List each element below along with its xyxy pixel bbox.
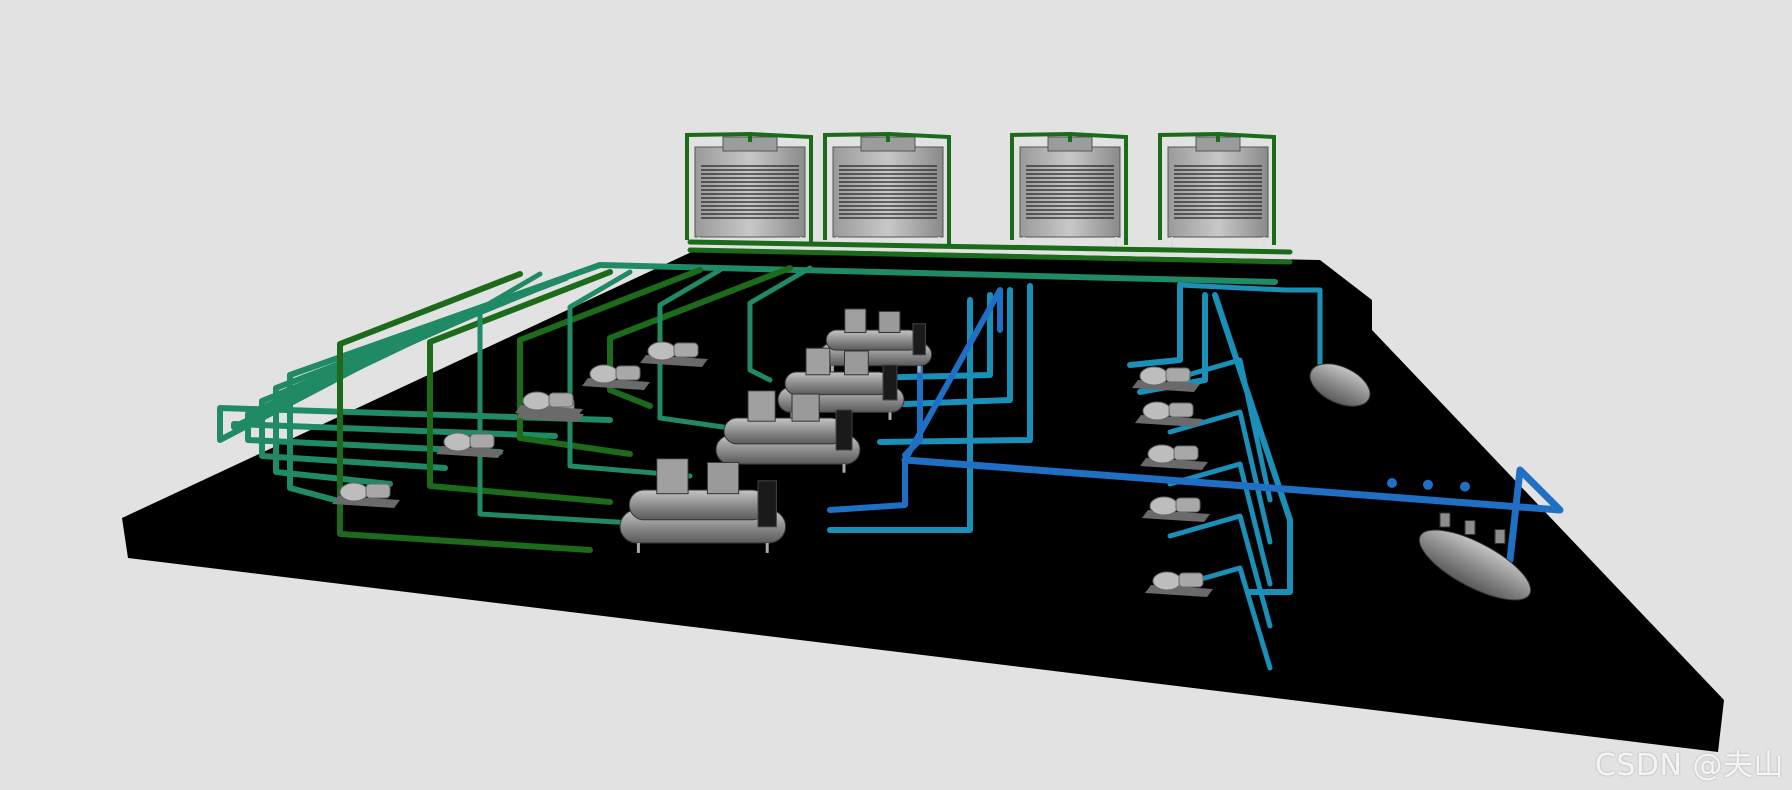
pump-casing — [1178, 572, 1204, 588]
cooling-pump — [640, 341, 708, 367]
chiller-panel — [882, 364, 898, 401]
chiller-panel — [912, 323, 926, 356]
pump-casing — [1175, 497, 1201, 513]
cooling-pump — [436, 432, 504, 458]
pump-motor — [1142, 401, 1172, 421]
header-nozzle — [1439, 512, 1451, 528]
cooling-tower-body — [832, 146, 944, 238]
cooling-tower-body — [1019, 146, 1121, 238]
pump-motor — [1139, 366, 1169, 386]
header-nozzle — [1494, 529, 1506, 544]
cooling-pump — [332, 482, 400, 508]
chiller-compressor — [805, 347, 831, 376]
chiller-compressor — [791, 393, 820, 422]
chiller-shell — [825, 329, 920, 351]
pump-casing — [673, 342, 699, 358]
cooling-tower — [1010, 131, 1128, 247]
pump-motor — [1147, 444, 1177, 464]
valve-marker — [1460, 481, 1470, 492]
chilled-pump — [515, 391, 583, 417]
pump-casing — [1168, 402, 1194, 418]
cooling-tower — [1158, 131, 1276, 247]
valve-marker — [1387, 478, 1397, 488]
chilled-pump — [1145, 571, 1213, 597]
pump-motor — [443, 432, 473, 452]
pump-motor — [1149, 496, 1179, 516]
pump-motor — [339, 482, 369, 502]
chiller-panel — [835, 409, 853, 451]
pump-motor — [522, 391, 552, 411]
hvac-plant-scene — [122, 131, 1724, 752]
chiller-compressor — [844, 308, 867, 333]
pump-casing — [469, 433, 495, 449]
chiller-shell — [784, 371, 891, 396]
chiller-panel — [757, 480, 777, 528]
pump-motor — [589, 364, 619, 384]
chiller-compressor — [844, 350, 869, 376]
pump-casing — [548, 392, 574, 408]
pump-motor — [1152, 571, 1182, 591]
chiller-compressor — [706, 461, 740, 495]
pump-casing — [1173, 445, 1199, 461]
chiller-shell — [628, 489, 768, 521]
chiller-compressor — [656, 458, 689, 495]
cooling-tower — [685, 131, 813, 247]
header-nozzle — [1464, 520, 1476, 535]
cooling-pump — [1132, 366, 1200, 392]
pump-casing — [615, 365, 641, 381]
pump-motor — [647, 341, 677, 361]
cooling-tower-body — [1167, 146, 1269, 238]
cooling-tower — [823, 131, 951, 247]
cooling-towers — [685, 131, 1276, 247]
chiller-compressor — [878, 310, 901, 333]
chiller-shell — [723, 417, 845, 445]
chilled-pump — [1142, 496, 1210, 522]
3d-viewport[interactable]: CSDN @夫山 — [0, 0, 1792, 790]
cooling-pump — [582, 364, 650, 390]
pump-casing — [1165, 367, 1191, 383]
cooling-tower-body — [694, 146, 806, 238]
chilled-pump — [1135, 401, 1203, 427]
chilled-pump — [1140, 444, 1208, 470]
valve-marker — [1423, 479, 1433, 490]
chiller-compressor — [747, 390, 776, 422]
watermark-text: CSDN @夫山 — [1594, 748, 1784, 783]
pump-casing — [365, 483, 391, 499]
